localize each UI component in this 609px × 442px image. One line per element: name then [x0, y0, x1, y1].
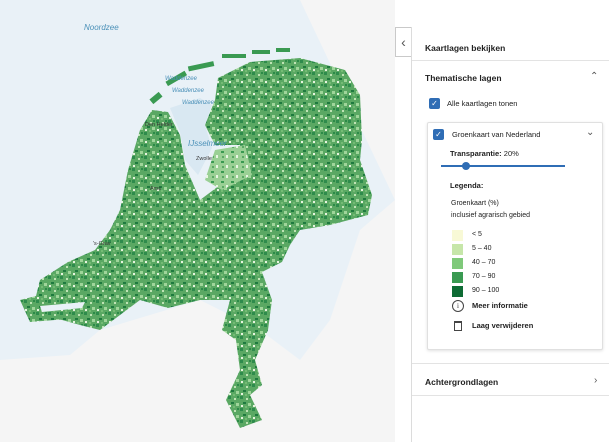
city-label: Den Helder [145, 122, 173, 128]
legend-label: 40 – 70 [472, 259, 496, 266]
remove-layer-link[interactable]: Laag verwijderen [472, 321, 533, 330]
legend-label: 90 – 100 [472, 287, 500, 294]
background-layers-title[interactable]: Achtergrondlagen [425, 377, 498, 387]
collapse-panel-button[interactable]: ‹ [395, 27, 411, 57]
divider [412, 60, 609, 61]
legend-swatch [452, 258, 463, 269]
layer-panel: Kaartlagen bekijken Thematische lagen ⌃ … [411, 27, 609, 442]
layer-checkbox[interactable]: ✓ [433, 129, 444, 140]
city-label: 's-Grav [93, 241, 111, 247]
wadden-island [276, 48, 290, 52]
layer-card: ✓ Groenkaart van Nederland ⌄ Transparant… [427, 122, 603, 350]
legend-label: 5 – 40 [472, 245, 492, 252]
transparency-label: Transparantie: 20% [450, 149, 519, 158]
more-info-link[interactable]: Meer informatie [472, 301, 528, 310]
legend-swatch [452, 272, 463, 283]
legend-label: < 5 [472, 231, 482, 238]
sea-label-noordzee: Noordzee [84, 23, 119, 32]
city-label: Ams [150, 186, 161, 192]
trash-icon[interactable] [454, 321, 462, 331]
wadden-island [252, 50, 270, 54]
wadden-island [222, 54, 246, 58]
show-all-label: Alle kaartlagen tonen [447, 99, 518, 108]
slider-handle[interactable] [461, 162, 470, 170]
transparency-value: 20% [503, 149, 519, 158]
city-label: Zwolle [196, 156, 212, 162]
divider [412, 395, 609, 396]
legend-label: 70 – 90 [472, 273, 496, 280]
legend-swatch [452, 286, 463, 297]
chevron-left-icon: ‹ [401, 34, 406, 50]
chevron-up-icon[interactable]: ⌃ [590, 71, 598, 82]
chevron-right-icon[interactable]: › [594, 375, 597, 386]
sea-label-ijsselmeer: IJsselmeer [188, 139, 227, 148]
layer-name: Groenkaart van Nederland [452, 130, 541, 139]
sea-label-waddenzee: Waddenzee [172, 88, 205, 94]
thematic-layers-title[interactable]: Thematische lagen [425, 73, 502, 83]
legend-swatch [452, 230, 463, 241]
legend-header: Groenkaart (%) [451, 200, 499, 207]
divider [412, 363, 609, 364]
transparency-label-text: Transparantie: [450, 149, 502, 158]
sea-label-waddenzee: Waddenzee [182, 100, 215, 106]
legend-subheader: inclusief agrarisch gebied [451, 212, 530, 219]
transparency-slider[interactable] [441, 162, 565, 170]
info-icon[interactable]: i [452, 300, 464, 312]
chevron-down-icon[interactable]: ⌄ [586, 127, 594, 138]
panel-title: Kaartlagen bekijken [425, 43, 506, 53]
show-all-checkbox[interactable]: ✓ [429, 98, 440, 109]
legend-title: Legenda: [450, 181, 484, 190]
sea-label-waddenzee: Waddenzee [165, 76, 198, 82]
legend-swatch [452, 244, 463, 255]
